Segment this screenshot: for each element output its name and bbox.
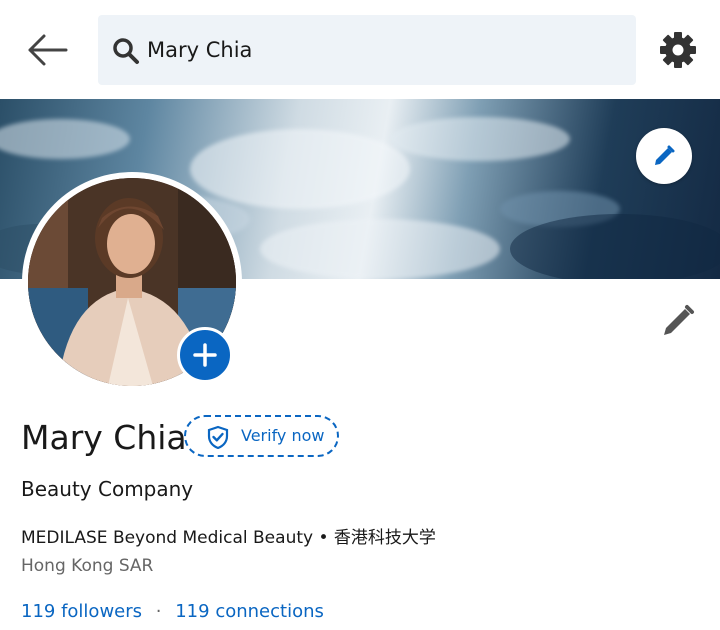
school-name[interactable]: 香港科技大学 [334,528,436,548]
network-stats: 119 followers · 119 connections [21,599,324,625]
profile-location: Hong Kong SAR [21,556,154,576]
search-input[interactable]: Mary Chia [98,15,636,85]
edit-profile-pencil-icon[interactable] [660,303,696,339]
verify-now-label: Verify now [241,426,325,445]
followers-link[interactable]: 119 followers [21,601,142,622]
connections-link[interactable]: 119 connections [175,601,324,622]
edit-banner-button[interactable] [636,128,692,184]
search-query: Mary Chia [147,38,253,62]
profile-headline: Beauty Company [21,477,194,501]
shield-check-icon [206,425,230,450]
verify-now-button[interactable]: Verify now [184,415,339,457]
education-company-line: MEDILASE Beyond Medical Beauty • 香港科技大学 [21,526,436,550]
current-company[interactable]: MEDILASE Beyond Medical Beauty [21,528,313,548]
gear-icon[interactable] [658,30,698,70]
profile-name: Mary Chia [21,418,187,457]
add-photo-button[interactable] [177,327,233,383]
dot-separator: · [155,601,162,622]
top-bar: Mary Chia [0,0,720,100]
back-arrow-icon[interactable] [26,30,70,70]
bullet-separator: • [318,528,329,548]
search-icon [112,37,140,65]
